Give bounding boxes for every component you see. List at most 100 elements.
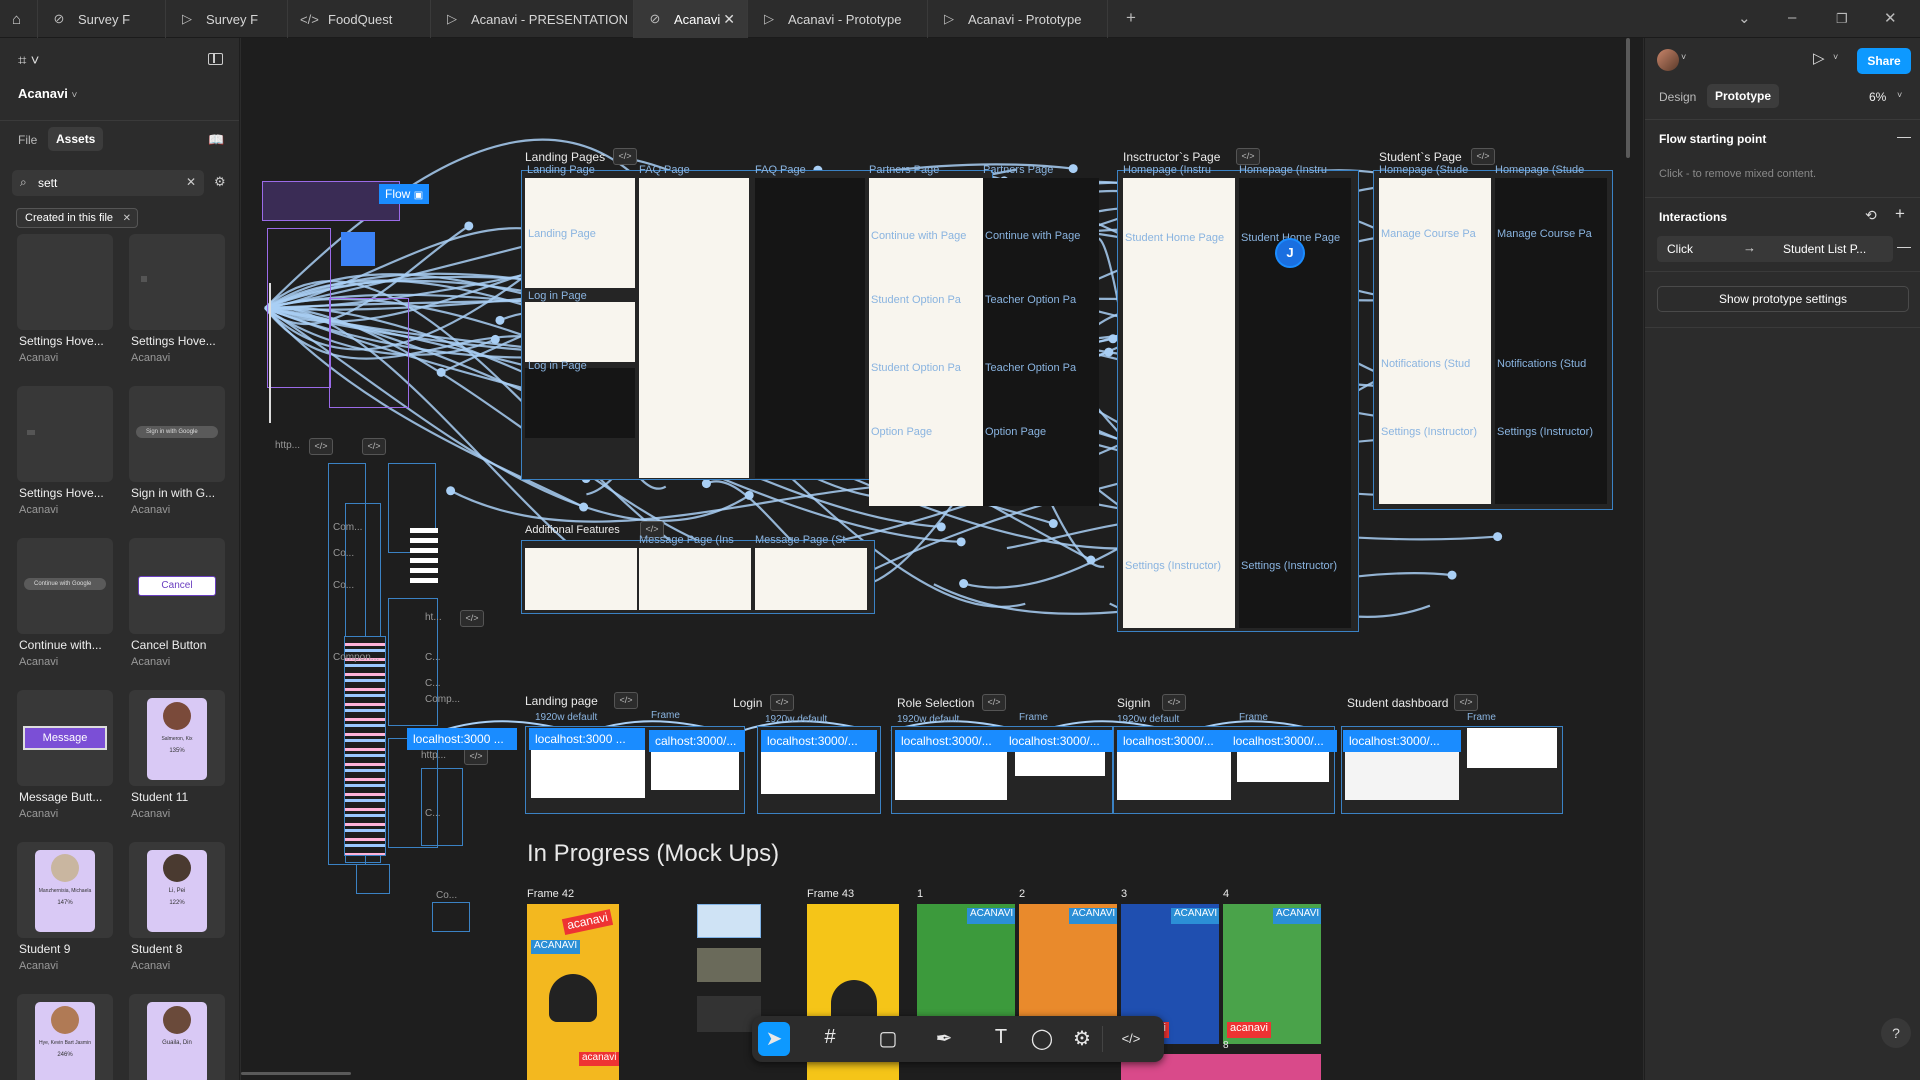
dev-tag-icon[interactable]: </> bbox=[309, 438, 333, 455]
zoom-level[interactable]: 6% bbox=[1869, 90, 1886, 104]
horizontal-scrollbar[interactable] bbox=[241, 1072, 351, 1075]
dev-link-label[interactable]: localhost:3000 ... bbox=[407, 728, 517, 750]
frame-partners-page[interactable] bbox=[869, 178, 985, 438]
actions-tool-icon[interactable]: ⚙ bbox=[1065, 1026, 1099, 1051]
section-title[interactable]: Role Selection bbox=[897, 696, 974, 710]
asset-thumbnail[interactable]: Guaila, Din bbox=[129, 994, 225, 1080]
dev-frame[interactable] bbox=[895, 750, 1007, 800]
section-title[interactable]: Student dashboard bbox=[1347, 696, 1448, 710]
dev-link-label[interactable]: localhost:3000/... bbox=[1227, 730, 1337, 752]
tab-design[interactable]: Design bbox=[1659, 90, 1696, 104]
dev-tag-icon[interactable]: </> bbox=[1162, 694, 1186, 711]
toggle-sidebar-icon[interactable] bbox=[208, 53, 223, 65]
tab-acanavi[interactable]: ⊘ Acanavi ✕ bbox=[634, 0, 748, 38]
section-title-landing-pages[interactable]: Landing Pages bbox=[525, 150, 605, 164]
asset-thumbnail[interactable] bbox=[17, 234, 113, 330]
frame-message-instructor[interactable] bbox=[639, 548, 751, 610]
remove-icon[interactable]: — bbox=[1897, 128, 1911, 144]
component-list[interactable] bbox=[344, 636, 386, 856]
mockup-thumb[interactable] bbox=[697, 904, 761, 938]
section-title-additional[interactable]: Additional Features bbox=[525, 524, 620, 536]
user-avatar[interactable] bbox=[1657, 49, 1679, 71]
asset-thumbnail[interactable]: Salmeron, Kix 135% bbox=[129, 690, 225, 786]
help-button[interactable]: ? bbox=[1881, 1018, 1911, 1048]
move-tool-icon[interactable]: ➤ bbox=[757, 1026, 791, 1051]
asset-thumbnail[interactable]: Message bbox=[17, 690, 113, 786]
dev-frame[interactable] bbox=[1015, 750, 1105, 776]
dev-frame[interactable] bbox=[1467, 728, 1557, 768]
frame-tool-icon[interactable]: # bbox=[813, 1026, 847, 1049]
dev-tag-icon[interactable]: </> bbox=[614, 692, 638, 709]
tab-survey-f-1[interactable]: ⊘ Survey F bbox=[38, 0, 166, 38]
maximize-button[interactable]: ❐ bbox=[1836, 11, 1848, 27]
tab-file[interactable]: File bbox=[18, 133, 37, 147]
dev-link-label[interactable]: localhost:3000/... bbox=[895, 730, 1005, 752]
tab-prototype[interactable]: Prototype bbox=[1707, 84, 1780, 108]
search-input[interactable]: sett bbox=[38, 176, 57, 190]
dev-tag-icon[interactable]: </> bbox=[460, 610, 484, 627]
dev-frame[interactable] bbox=[1117, 750, 1231, 800]
present-play-icon[interactable]: ▷ bbox=[1813, 49, 1825, 67]
frame-option-page-dark[interactable] bbox=[983, 436, 1099, 506]
text-tool-icon[interactable]: T bbox=[984, 1026, 1018, 1049]
section-title-instructor[interactable]: Insctructor`s Page bbox=[1123, 150, 1220, 164]
asset-thumbnail[interactable]: Li, Pei 122% bbox=[129, 842, 225, 938]
mockup-poster-4[interactable]: ACANAVI acanavi bbox=[1223, 904, 1321, 1044]
frame-student-home-dark[interactable] bbox=[1495, 178, 1607, 504]
filter-chip[interactable]: Created in this file ✕ bbox=[16, 208, 139, 228]
library-icon[interactable]: 📖 bbox=[208, 132, 224, 148]
asset-thumbnail[interactable]: Continue with Google bbox=[17, 538, 113, 634]
search-field[interactable]: ⌕ sett ✕ bbox=[12, 170, 204, 196]
asset-thumbnail[interactable]: Cancel bbox=[129, 538, 225, 634]
dev-tag-icon[interactable]: </> bbox=[362, 438, 386, 455]
section-title[interactable]: Landing page bbox=[525, 694, 598, 708]
filter-settings-icon[interactable]: ⚙ bbox=[214, 174, 226, 190]
dev-link-label[interactable]: localhost:3000/... bbox=[1343, 730, 1461, 752]
chevron-down-icon[interactable]: ˅ bbox=[1681, 52, 1686, 62]
asset-thumbnail[interactable] bbox=[17, 386, 113, 482]
dev-tag-icon[interactable]: </> bbox=[1454, 694, 1478, 711]
dev-frame[interactable] bbox=[761, 750, 875, 794]
asset-thumbnail[interactable] bbox=[129, 234, 225, 330]
main-menu-icon[interactable]: ⌗ ˅ bbox=[18, 52, 39, 69]
file-name[interactable]: Acanavi ˅ bbox=[18, 86, 77, 101]
chevron-down-icon[interactable]: ˅ bbox=[1897, 90, 1902, 100]
dev-tag-icon[interactable]: </> bbox=[1236, 148, 1260, 165]
dev-link-label[interactable]: localhost:3000/... bbox=[761, 730, 877, 752]
vertical-scrollbar[interactable] bbox=[1626, 38, 1630, 158]
tab-acanavi-prototype-2[interactable]: ▷ Acanavi - Prototype bbox=[928, 0, 1108, 38]
frame-faq-page[interactable] bbox=[639, 178, 749, 478]
frame-student-home[interactable] bbox=[1379, 178, 1491, 504]
mockup-frame-42[interactable]: acanavi ACANAVI acanavi bbox=[527, 904, 619, 1080]
frame-message-student[interactable] bbox=[755, 548, 867, 610]
dev-link-label[interactable]: localhost:3000/... bbox=[1003, 730, 1113, 752]
comment-avatar[interactable]: J bbox=[1275, 238, 1305, 268]
comment-tool-icon[interactable]: ◯ bbox=[1025, 1026, 1059, 1051]
component-column[interactable] bbox=[356, 864, 390, 894]
asset-thumbnail[interactable]: Sign in with Google bbox=[129, 386, 225, 482]
tab-assets[interactable]: Assets bbox=[48, 127, 104, 151]
remove-interaction-icon[interactable]: — bbox=[1897, 238, 1911, 254]
tab-acanavi-prototype-1[interactable]: ▷ Acanavi - Prototype bbox=[748, 0, 928, 38]
chevron-down-icon[interactable]: ˅ bbox=[1833, 52, 1838, 62]
frame-partners-page-dark[interactable] bbox=[983, 178, 1099, 438]
dev-tag-icon[interactable]: </> bbox=[982, 694, 1006, 711]
share-button[interactable]: Share bbox=[1857, 48, 1911, 74]
dev-tag-icon[interactable]: </> bbox=[770, 694, 794, 711]
dev-tag-icon[interactable]: </> bbox=[1471, 148, 1495, 165]
dev-frame[interactable] bbox=[1345, 750, 1459, 800]
interaction-style-icon[interactable]: ⟲ bbox=[1865, 207, 1877, 224]
dev-frame[interactable] bbox=[1237, 750, 1329, 782]
selected-frame[interactable] bbox=[341, 232, 375, 266]
dev-mode-icon[interactable]: </> bbox=[1114, 1031, 1148, 1046]
dev-frame[interactable] bbox=[651, 750, 739, 790]
clear-search-icon[interactable]: ✕ bbox=[186, 175, 196, 189]
component-column[interactable] bbox=[432, 902, 470, 932]
component-column[interactable] bbox=[421, 768, 463, 846]
close-icon[interactable]: ✕ bbox=[723, 11, 735, 28]
dev-frame[interactable] bbox=[531, 750, 645, 798]
flow-label[interactable]: Flow ▣ bbox=[379, 184, 430, 204]
tab-acanavi-presentation[interactable]: ▷ Acanavi - PRESENTATION bbox=[431, 0, 634, 38]
show-prototype-settings-button[interactable]: Show prototype settings bbox=[1657, 286, 1909, 312]
tab-home[interactable]: ⌂ bbox=[0, 0, 38, 38]
